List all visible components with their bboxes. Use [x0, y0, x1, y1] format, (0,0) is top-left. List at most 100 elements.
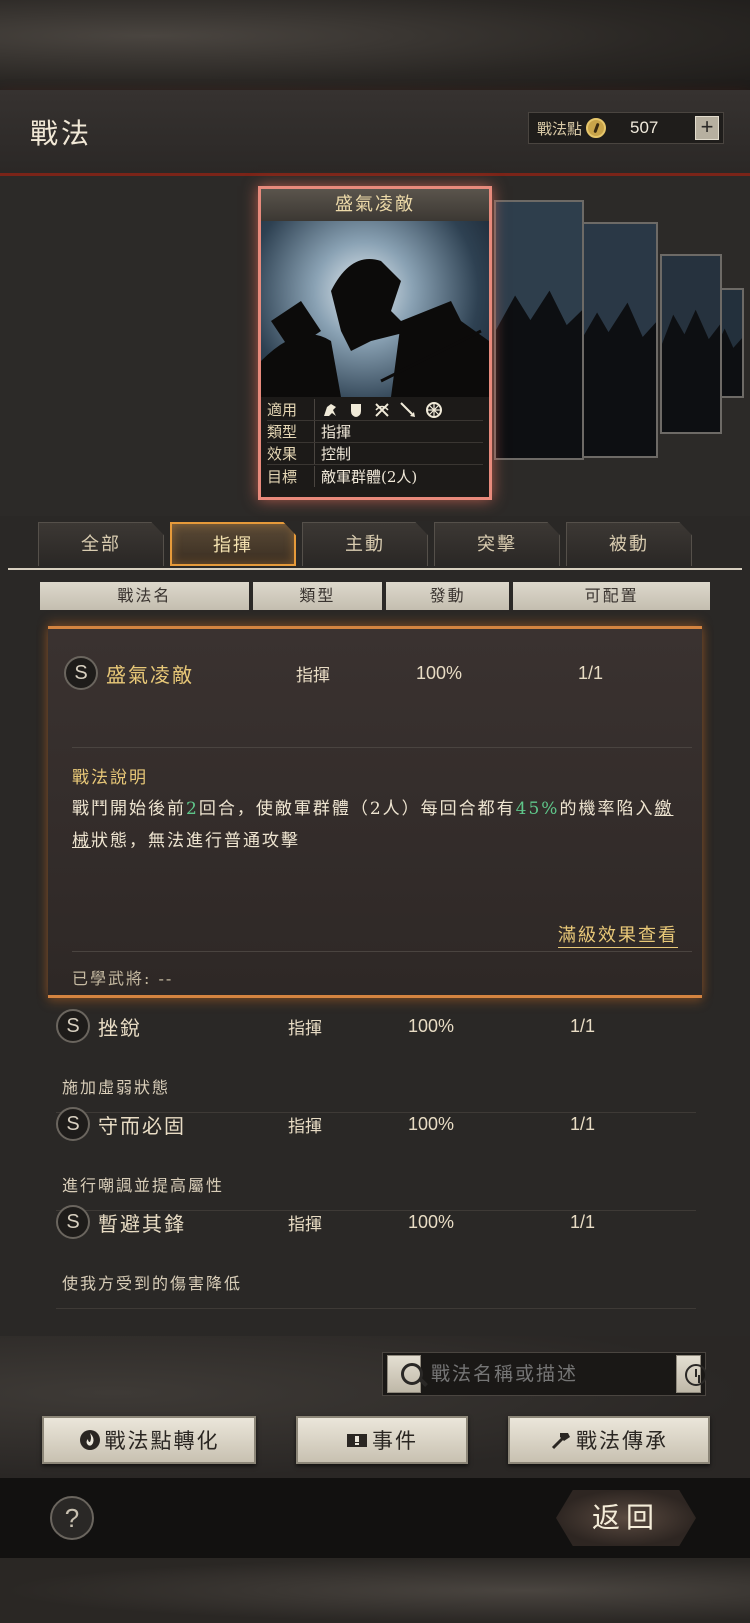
- tactic-type-tabs: 全部 指揮 主動 突擊 被動: [38, 522, 718, 568]
- list-item[interactable]: S 守而必固 指揮 100% 1/1: [56, 1104, 696, 1144]
- grade-badge: S: [56, 1009, 90, 1043]
- applicable-icons: [321, 401, 443, 419]
- tactic-config: 1/1: [570, 1015, 596, 1036]
- search-icon[interactable]: [387, 1355, 423, 1393]
- card-info-table: 適用 類型 指揮 效果 控制 目標 敵軍群體(2人): [261, 397, 489, 489]
- column-header: 戰法名 類型 發動 可配置: [40, 582, 710, 610]
- desc-part: 的機率陷入: [559, 799, 655, 819]
- card-row-key: 效果: [267, 443, 315, 464]
- tab-passive[interactable]: 被動: [566, 522, 692, 566]
- card-row-value: 控制: [321, 445, 352, 463]
- max-level-effect-link[interactable]: 滿級效果查看: [558, 921, 678, 948]
- card-row-target: 目標 敵軍群體(2人): [267, 465, 483, 487]
- tactic-list: S 盛氣凌敵 指揮 100% 1/1 戰法說明 戰鬥開始後前2回合，使敵軍群體（…: [40, 622, 710, 1322]
- carousel-card-1[interactable]: [494, 200, 584, 460]
- card-row-effect: 效果 控制: [267, 443, 483, 465]
- wheel-icon: [425, 401, 443, 419]
- return-button[interactable]: 返回: [556, 1490, 696, 1546]
- convert-points-button[interactable]: 戰法點轉化: [42, 1416, 256, 1464]
- tactic-name: 守而必固: [98, 1113, 186, 1138]
- divider: [72, 951, 692, 952]
- tactic-type: 指揮: [288, 1116, 322, 1137]
- card-row-value: 敵軍群體(2人): [321, 467, 418, 486]
- tactic-name: 暫避其鋒: [98, 1211, 186, 1236]
- divider: [72, 747, 692, 748]
- carousel-card-3[interactable]: [660, 254, 722, 434]
- points-value: 507: [630, 118, 659, 137]
- carousel-card-2[interactable]: [578, 222, 658, 458]
- hammer-icon: [550, 1429, 572, 1451]
- points-label: 戰法點: [537, 119, 583, 138]
- expanded-tactic-panel[interactable]: S 盛氣凌敵 指揮 100% 1/1 戰法說明 戰鬥開始後前2回合，使敵軍群體（…: [48, 626, 702, 998]
- tactic-rate: 100%: [408, 1015, 455, 1036]
- tactic-rate: 100%: [408, 1211, 455, 1232]
- card-title: 盛氣凌敵: [261, 189, 489, 221]
- ticket-icon: [346, 1429, 368, 1451]
- grade-badge: S: [56, 1107, 90, 1141]
- cavalry-icon: [321, 401, 339, 419]
- column-rate[interactable]: 發動: [385, 582, 510, 610]
- card-row-type: 類型 指揮: [267, 421, 483, 443]
- tab-all[interactable]: 全部: [38, 522, 164, 566]
- points-coin-icon: [586, 118, 607, 138]
- list-item[interactable]: S 挫銳 指揮 100% 1/1: [56, 1006, 696, 1046]
- tactic-type: 指揮: [288, 1214, 322, 1235]
- tactic-rate: 100%: [416, 662, 463, 683]
- bow-icon: [373, 401, 391, 419]
- column-type[interactable]: 類型: [252, 582, 382, 610]
- search-input[interactable]: [420, 1355, 676, 1393]
- list-item[interactable]: S 盛氣凌敵 指揮 100% 1/1: [64, 653, 704, 693]
- shield-icon: [347, 401, 365, 419]
- desc-part: 回合，使敵軍群體（2人）每回合都有: [198, 799, 516, 819]
- help-button[interactable]: ?: [50, 1496, 94, 1540]
- add-points-button[interactable]: +: [695, 116, 719, 140]
- search-bar: [382, 1352, 708, 1396]
- tactic-config: 1/1: [570, 1211, 596, 1232]
- tab-divider: [8, 568, 742, 570]
- desc-part: 狀態，無法進行普通攻擊: [91, 831, 300, 851]
- selected-tactic-card[interactable]: 盛氣凌敵 適用 類型 指揮 效果 控制 目標 敵軍群體(2人): [258, 186, 492, 500]
- event-label: 事件: [372, 1429, 418, 1453]
- desc-number: 45%: [515, 799, 560, 819]
- row-divider: [56, 1308, 696, 1309]
- event-button[interactable]: 事件: [296, 1416, 468, 1464]
- description-text: 戰鬥開始後前2回合，使敵軍群體（2人）每回合都有45%的機率陷入繳械狀態，無法進…: [72, 793, 692, 857]
- tab-active[interactable]: 主動: [302, 522, 428, 566]
- flame-icon: [79, 1429, 101, 1451]
- learned-generals: 已學武將: --: [72, 969, 174, 988]
- spear-icon: [399, 401, 417, 419]
- tactic-summary: 進行嘲諷並提高屬性: [62, 1176, 225, 1195]
- tactic-type: 指揮: [296, 665, 330, 686]
- clock-icon[interactable]: [675, 1355, 708, 1393]
- tactic-name: 盛氣凌敵: [106, 662, 194, 687]
- header-bar: 戰法 戰法點 507 +: [0, 90, 750, 176]
- grade-badge: S: [64, 656, 98, 690]
- card-row-value: 指揮: [321, 423, 352, 441]
- grade-badge: S: [56, 1205, 90, 1239]
- list-item[interactable]: S 暫避其鋒 指揮 100% 1/1: [56, 1202, 696, 1242]
- column-name[interactable]: 戰法名: [40, 582, 249, 610]
- convert-label: 戰法點轉化: [104, 1429, 220, 1453]
- card-row-key: 類型: [267, 421, 315, 442]
- tactic-summary: 使我方受到的傷害降低: [62, 1274, 243, 1293]
- tactic-points-display: 戰法點 507 +: [528, 112, 724, 144]
- tactic-name: 挫銳: [98, 1015, 142, 1040]
- card-row-key: 目標: [267, 465, 315, 487]
- bottom-decoration: [0, 1558, 750, 1623]
- tab-command[interactable]: 指揮: [170, 522, 296, 566]
- column-config[interactable]: 可配置: [513, 582, 710, 610]
- inherit-tactic-button[interactable]: 戰法傳承: [508, 1416, 710, 1464]
- tactic-config: 1/1: [578, 662, 604, 683]
- inherit-label: 戰法傳承: [576, 1429, 668, 1453]
- card-row-applicable: 適用: [267, 399, 483, 421]
- card-artwork: [261, 221, 489, 397]
- top-decoration: [0, 0, 750, 90]
- tactic-rate: 100%: [408, 1113, 455, 1134]
- desc-number: 2: [186, 799, 199, 819]
- tab-assault[interactable]: 突擊: [434, 522, 560, 566]
- tactic-summary: 施加虛弱狀態: [62, 1078, 171, 1097]
- tactic-type: 指揮: [288, 1018, 322, 1039]
- page-title: 戰法: [30, 117, 93, 150]
- tactic-config: 1/1: [570, 1113, 596, 1134]
- card-row-key: 適用: [267, 399, 315, 420]
